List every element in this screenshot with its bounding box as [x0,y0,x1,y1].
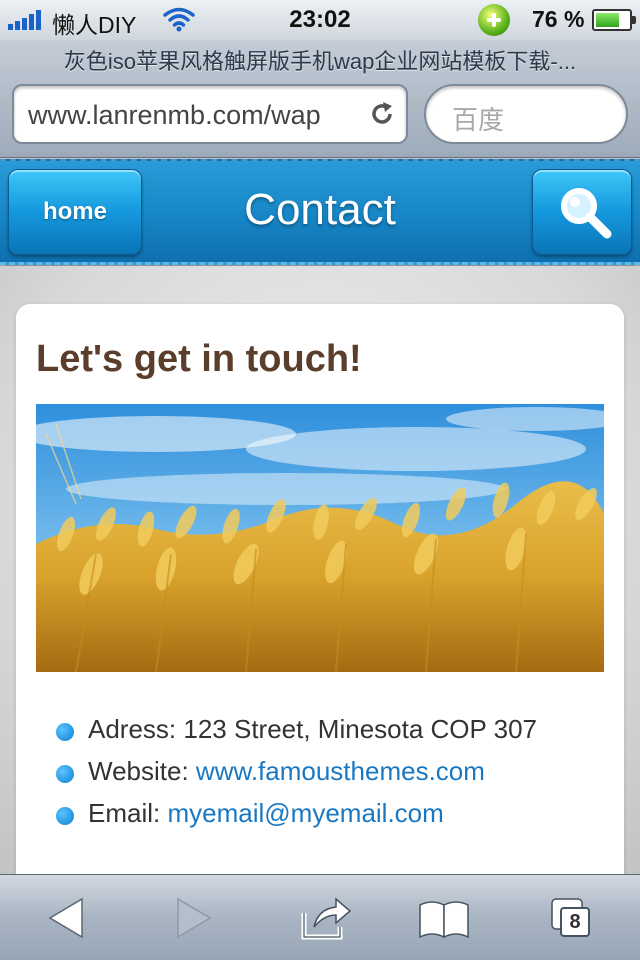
battery-percentage: 76 % [532,6,585,32]
reload-icon[interactable] [368,100,396,128]
browser-toolbar: 8 [0,874,640,960]
tabs-count: 8 [560,907,590,937]
bullet-icon [56,723,74,741]
contact-info-list: Adress: 123 Street, Minesota COP 307 Web… [56,714,537,840]
email-link[interactable]: myemail@myemail.com [167,798,443,828]
search-button[interactable] [532,169,632,255]
share-icon[interactable] [296,891,356,945]
battery-icon [592,9,636,31]
site-header: home Contact [0,159,640,265]
browser-chrome: 灰色iso苹果风格触屏版手机wap企业网站模板下载-... www.lanren… [0,40,640,158]
header-title: Contact [244,185,396,234]
email-item: Email: myemail@myemail.com [56,798,537,840]
tabs-button[interactable]: 8 [544,891,604,945]
email-label: Email: [88,798,161,828]
page-title: 灰色iso苹果风格触屏版手机wap企业网站模板下载-... [63,49,577,74]
search-placeholder: 百度 [452,105,505,135]
bullet-icon [56,765,74,783]
contact-heading: Let's get in touch! [36,338,362,380]
bullet-icon [56,807,74,825]
status-bar: 懒人DIY 23:02 76 % [0,0,640,40]
address-value: 123 Street, Minesota COP 307 [183,714,538,744]
back-arrow-icon[interactable] [36,891,96,945]
website-link[interactable]: www.famousthemes.com [196,756,485,786]
website-label: Website: [88,756,189,786]
home-button[interactable]: home [8,169,142,255]
address-label: Adress: [88,714,177,744]
bookmarks-icon[interactable] [414,891,474,945]
url-field[interactable]: www.lanrenmb.com/wap [12,84,408,144]
website-item: Website: www.famousthemes.com [56,756,537,798]
wheat-field-image [36,404,604,672]
magnifier-icon [561,188,612,239]
wheat-field-illustration [36,404,604,672]
forward-arrow-icon[interactable] [164,891,224,945]
url-text[interactable]: www.lanrenmb.com/wap [28,100,358,131]
contact-card: Let's get in touch! Adress: 123 Street, … [16,304,624,904]
security-app-icon [478,4,510,36]
search-input[interactable]: 百度 [424,84,628,144]
address-item: Adress: 123 Street, Minesota COP 307 [56,714,537,756]
